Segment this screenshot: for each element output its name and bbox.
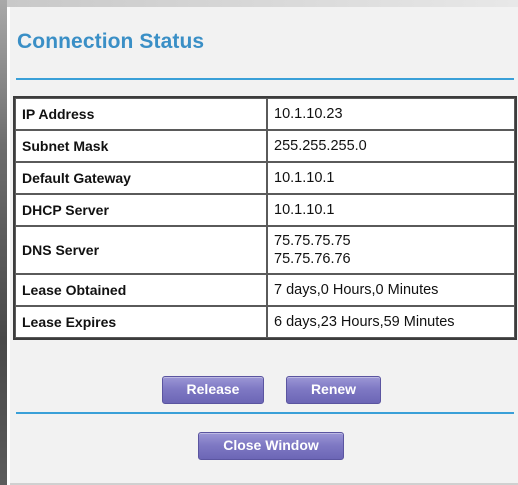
value-line: 6 days,23 Hours,59 Minutes <box>274 314 455 330</box>
page-title: Connection Status <box>17 30 205 53</box>
row-value-lease-obtained: 7 days,0 Hours,0 Minutes <box>267 274 515 306</box>
connection-table: IP Address 10.1.10.23 Subnet Mask 255.25… <box>13 96 517 340</box>
row-label-ip-address: IP Address <box>15 98 267 130</box>
row-label-dns-server: DNS Server <box>15 226 267 274</box>
row-value-dhcp-server: 10.1.10.1 <box>267 194 515 226</box>
row-label-dhcp-server: DHCP Server <box>15 194 267 226</box>
connection-status-window: Connection Status IP Address 10.1.10.23 … <box>0 0 518 485</box>
row-label-default-gateway: Default Gateway <box>15 162 267 194</box>
row-label-lease-obtained: Lease Obtained <box>15 274 267 306</box>
value-line: 75.75.76.76 <box>274 251 351 267</box>
window-left-edge <box>0 0 7 485</box>
row-label-lease-expires: Lease Expires <box>15 306 267 338</box>
value-line: 75.75.75.75 <box>274 233 351 249</box>
close-window-button[interactable]: Close Window <box>198 432 344 460</box>
table-row-dns-server: DNS Server 75.75.75.75 75.75.76.76 <box>15 226 515 274</box>
table-row-lease-expires: Lease Expires 6 days,23 Hours,59 Minutes <box>15 306 515 338</box>
value-line: 7 days,0 Hours,0 Minutes <box>274 282 439 298</box>
table-row-subnet-mask: Subnet Mask 255.255.255.0 <box>15 130 515 162</box>
row-value-ip-address: 10.1.10.23 <box>267 98 515 130</box>
row-value-lease-expires: 6 days,23 Hours,59 Minutes <box>267 306 515 338</box>
value-line: 10.1.10.1 <box>274 170 335 186</box>
row-label-subnet-mask: Subnet Mask <box>15 130 267 162</box>
table-row-dhcp-server: DHCP Server 10.1.10.1 <box>15 194 515 226</box>
table-row-ip-address: IP Address 10.1.10.23 <box>15 98 515 130</box>
value-line: 255.255.255.0 <box>274 138 367 154</box>
value-line: 10.1.10.23 <box>274 106 343 122</box>
value-line: 10.1.10.1 <box>274 202 335 218</box>
table-row-default-gateway: Default Gateway 10.1.10.1 <box>15 162 515 194</box>
row-value-dns-server: 75.75.75.75 75.75.76.76 <box>267 226 515 274</box>
window-top-edge <box>7 0 518 7</box>
renew-button[interactable]: Renew <box>286 376 381 404</box>
table-row-lease-obtained: Lease Obtained 7 days,0 Hours,0 Minutes <box>15 274 515 306</box>
row-value-default-gateway: 10.1.10.1 <box>267 162 515 194</box>
actions-divider <box>16 412 514 414</box>
row-value-subnet-mask: 255.255.255.0 <box>267 130 515 162</box>
release-button[interactable]: Release <box>162 376 264 404</box>
connection-status-panel: Connection Status IP Address 10.1.10.23 … <box>10 7 518 485</box>
title-divider <box>16 78 514 80</box>
